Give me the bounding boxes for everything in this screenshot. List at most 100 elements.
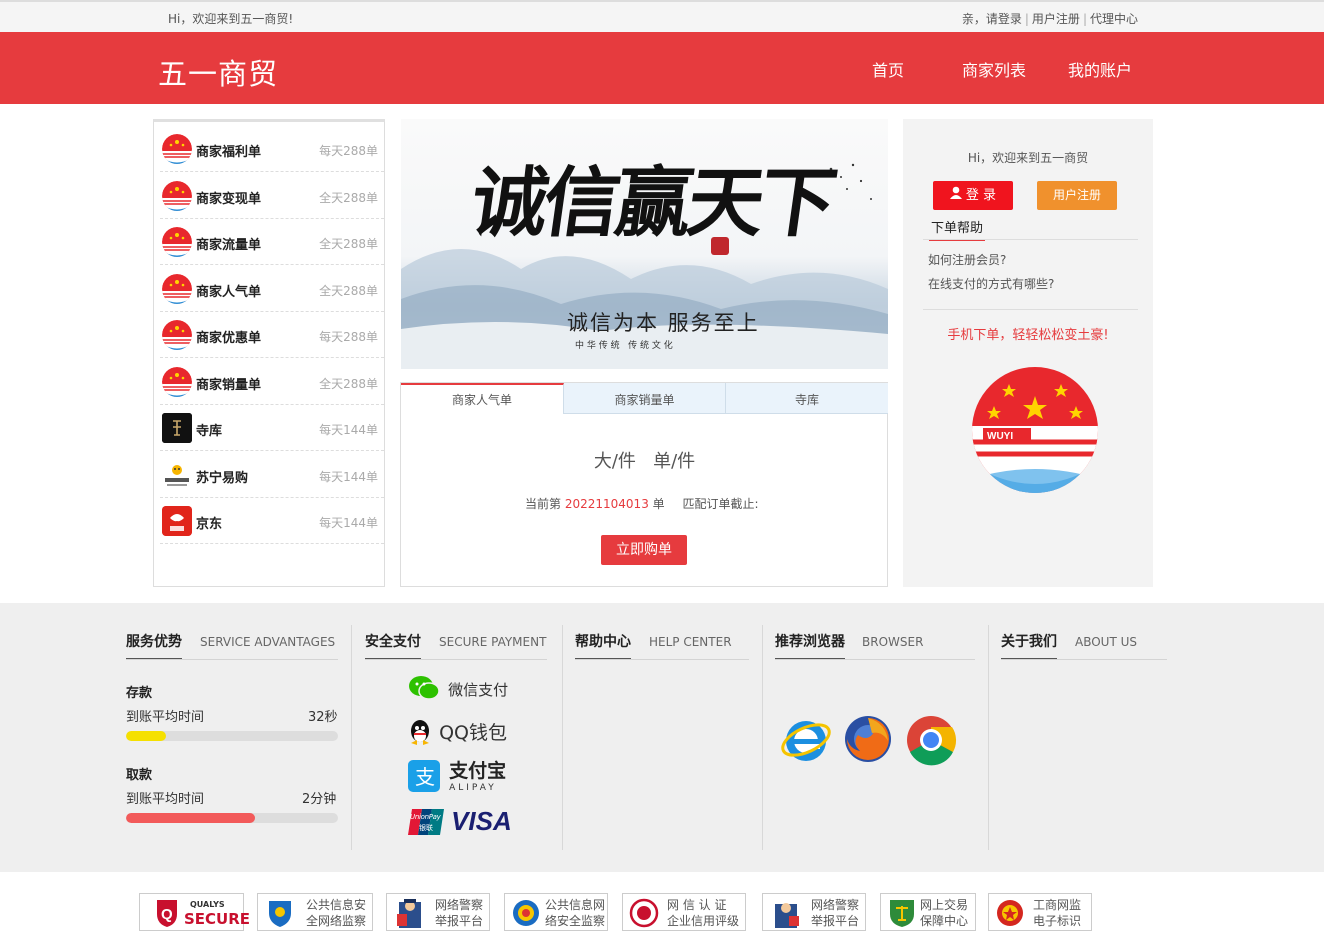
wuyi-logo-icon [162, 227, 192, 257]
footer-underline [575, 659, 749, 660]
nav-home[interactable]: 首页 [872, 57, 904, 81]
trade-protection-badge[interactable]: 网上交易 保障中心 [880, 893, 976, 931]
list-item[interactable]: 商家变现单 全天288单 [160, 173, 384, 219]
list-item[interactable]: 商家福利单 每天288单 [160, 126, 384, 172]
banner-subtitle: 中 华 传 统 传 统 文 化 [575, 341, 673, 351]
top-welcome-text: Hi，欢迎来到五一商贸! [168, 12, 294, 26]
firefox-browser-icon[interactable] [842, 713, 894, 768]
list-item[interactable]: 寺库 每天144单 [160, 405, 384, 451]
svg-text:Q: Q [161, 906, 173, 923]
police-shield-icon [269, 901, 291, 927]
footer-divider [762, 625, 763, 850]
list-item[interactable]: 商家人气单 全天288单 [160, 266, 384, 312]
footer-divider [988, 625, 989, 850]
agent-center-link[interactable]: 代理中心 [1090, 12, 1138, 26]
wechat-pay-label: 微信支付 [448, 680, 509, 699]
withdraw-progress-fill [126, 813, 256, 823]
jd-icon [162, 506, 192, 536]
site-logo[interactable]: 五一商贸 [158, 51, 278, 93]
register-button[interactable]: 用户注册 [1037, 181, 1117, 210]
list-item[interactable]: 商家优惠单 每天288单 [160, 312, 384, 358]
alipay-labels: 支付宝 ALIPAY [449, 761, 506, 795]
badge-line2: 络安全监察 [545, 914, 606, 928]
wuyi-logo-icon [162, 367, 192, 397]
unionpay-cn-label: 银联 [419, 823, 433, 832]
withdraw-progress-bar [126, 813, 338, 823]
alipay-label: 支付宝 [449, 760, 507, 782]
badge-line1: 公共信息网 [545, 898, 606, 912]
footer-col-help-en: HELP CENTER [649, 635, 732, 649]
banner-image[interactable]: 诚信赢天下 诚信为本 服务至上 中 华 传 统 传 统 文 化 [401, 119, 888, 369]
footer-col-browser-en: BROWSER [862, 635, 924, 649]
badge-line2: 保障中心 [920, 914, 969, 928]
order-units: 大/件 单/件 [593, 451, 696, 472]
police-officer-icon [397, 899, 421, 928]
police-emblem-icon [513, 900, 539, 926]
help-link-register[interactable]: 如何注册会员? [928, 251, 1006, 268]
promo-text: 手机下单，轻轻松松变土豪! [947, 328, 1109, 343]
footer-underline [365, 659, 547, 660]
qualys-secure-badge[interactable]: Q QUALYS SECURE [139, 893, 250, 931]
badge-line2: 企业信用评级 [667, 914, 740, 928]
order-suffix: 单 [652, 497, 665, 511]
deposit-progress-fill [126, 731, 167, 741]
login-button[interactable]: 登 录 [933, 181, 1013, 210]
nav-my-account[interactable]: 我的账户 [1068, 57, 1132, 81]
tab-sales[interactable]: 商家销量单 [564, 383, 726, 414]
list-item[interactable]: 商家流量单 全天288单 [160, 219, 384, 265]
list-item-name: 京东 [196, 517, 223, 532]
order-info: 当前第 20221104013 单 匹配订单截止: [525, 495, 759, 512]
footer: 服务优势 SERVICE ADVANTAGES 安全支付 SECURE PAYM… [0, 603, 1324, 872]
qualys-shield-icon: Q [157, 900, 177, 927]
credit-rating-badge[interactable]: 网 信 认 证企业信用评级 [622, 893, 746, 931]
badge-line1: 网络警察 [811, 898, 860, 912]
list-item[interactable]: 商家销量单 全天288单 [160, 359, 384, 405]
order-prefix: 当前第 [525, 497, 562, 511]
withdraw-title: 取款 [126, 768, 153, 783]
list-item-count: 全天288单 [319, 284, 378, 298]
chrome-browser-icon[interactable] [905, 714, 957, 769]
badge-line1: 网上交易 [920, 898, 969, 912]
security-badge[interactable]: 公共信息安 全网络监察 [257, 893, 373, 931]
list-item-count: 全天288单 [319, 237, 378, 251]
deposit-progress-bar [126, 731, 338, 741]
nav-merchant-list[interactable]: 商家列表 [962, 57, 1026, 81]
cyber-police-report-badge[interactable]: 网络警察 举报平台 [762, 893, 866, 931]
login-link[interactable]: 亲，请登录 [962, 12, 1022, 26]
list-item-count: 每天144单 [319, 423, 378, 437]
deposit-title: 存款 [126, 686, 153, 701]
tab-secoo[interactable]: 寺库 [726, 383, 888, 414]
top-bar: Hi，欢迎来到五一商贸! 亲，请登录 | 用户注册 | 代理中心 [0, 0, 1324, 32]
footer-underline [775, 659, 975, 660]
industry-commerce-badge[interactable]: 工商网监 电子标识 [988, 893, 1092, 931]
cyber-police-badge[interactable]: 网络警察 举报平台 [386, 893, 490, 931]
footer-col-service-en: SERVICE ADVANTAGES [200, 635, 336, 649]
buy-now-button[interactable]: 立即购单 [601, 535, 687, 565]
footer-col-payment-en: SECURE PAYMENT [439, 635, 547, 649]
list-item[interactable]: 京东 每天144单 [160, 498, 384, 544]
header: 五一商贸 首页 商家列表 我的账户 [0, 32, 1324, 104]
secoo-icon [162, 413, 192, 443]
help-divider [923, 239, 1138, 240]
alipay-en-label: ALIPAY [449, 783, 497, 793]
list-item[interactable]: 苏宁易购 每天144单 [160, 452, 384, 498]
help-divider-2 [923, 309, 1138, 310]
wuyi-logo: WUYI [971, 364, 1099, 497]
credit-seal-icon [629, 898, 659, 928]
list-item-count: 每天288单 [319, 144, 378, 158]
unionpay-icon: UnionPay 银联 [408, 807, 444, 837]
network-security-badge[interactable]: 公共信息网络安全监察 [504, 893, 608, 931]
tab-popularity[interactable]: 商家人气单 [401, 383, 564, 414]
ie-browser-icon[interactable] [780, 714, 832, 769]
register-link[interactable]: 用户注册 [1032, 12, 1080, 26]
help-link-payment[interactable]: 在线支付的方式有哪些? [928, 275, 1054, 292]
list-item-name: 商家人气单 [196, 285, 262, 300]
unionpay-label: UnionPay [410, 812, 441, 821]
badge-line2: 电子标识 [1033, 914, 1082, 928]
list-item-count: 每天288单 [319, 330, 378, 344]
footer-col-help: 帮助中心 [575, 631, 631, 660]
list-item-name: 商家销量单 [196, 378, 262, 393]
badge-line2: 举报平台 [435, 914, 484, 928]
footer-col-payment: 安全支付 [365, 631, 421, 660]
login-button-label: 登 录 [965, 188, 997, 203]
